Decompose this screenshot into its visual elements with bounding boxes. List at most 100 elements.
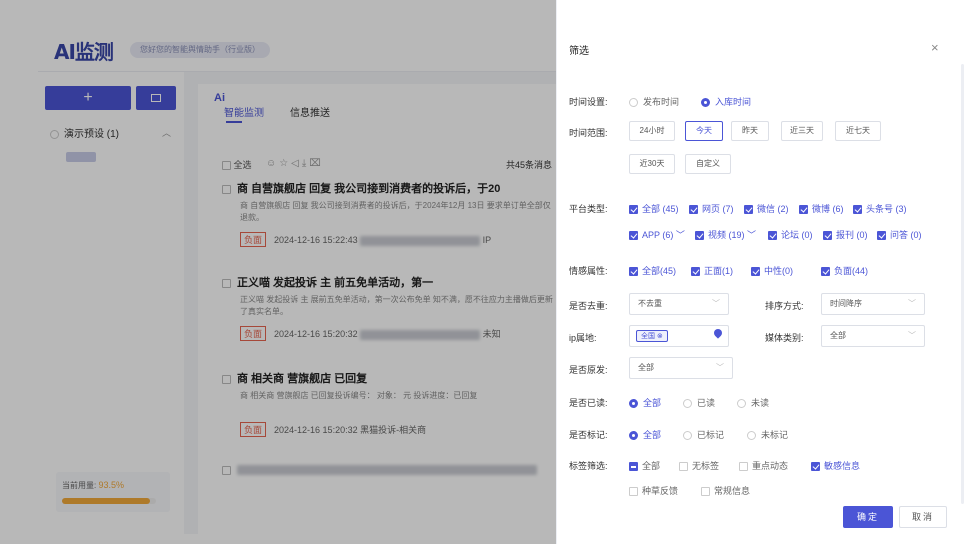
time-setting-publish[interactable]: 发布时间 — [629, 95, 679, 108]
option-label: 全部 — [643, 398, 662, 408]
tag-regular[interactable]: 常规信息 — [701, 484, 750, 497]
chevron-down-icon[interactable]: ﹀ — [747, 230, 756, 240]
sort-select[interactable]: 时间降序 ﹀ — [821, 293, 925, 315]
read-yes[interactable]: 已读 — [683, 396, 715, 409]
option-label: 中性(0) — [764, 266, 793, 276]
platform-newspaper[interactable]: 报刊 (0) — [823, 228, 868, 241]
time-setting-storage[interactable]: 入库时间 — [701, 95, 751, 108]
location-pin-icon — [712, 327, 724, 339]
checkbox-icon — [751, 267, 760, 277]
option-label: 种草反馈 — [642, 486, 679, 496]
time-range-7days[interactable]: 近七天 — [835, 121, 881, 141]
option-label: 正面(1) — [704, 266, 733, 276]
radio-icon — [629, 98, 638, 108]
checkbox-icon — [744, 205, 753, 215]
platform-toutiao[interactable]: 头条号 (3) — [853, 202, 907, 215]
option-label: 无标签 — [692, 461, 720, 471]
marked-yes[interactable]: 已标记 — [683, 428, 724, 441]
option-label: 全部 (45) — [642, 204, 679, 214]
ip-label: ip属地: — [569, 333, 597, 343]
option-label: 全部(45) — [642, 266, 677, 276]
platform-web[interactable]: 网页 (7) — [689, 202, 734, 215]
platform-app[interactable]: APP (6) ﹀ — [629, 228, 685, 241]
platform-weibo[interactable]: 微博 (6) — [799, 202, 844, 215]
checkbox-icon — [739, 462, 748, 472]
ip-tag-label: 全国 — [641, 333, 655, 340]
option-label: 发布时间 — [643, 97, 680, 107]
checkbox-icon — [853, 205, 862, 215]
sort-label: 排序方式: — [765, 301, 804, 311]
original-value: 全部 — [638, 363, 654, 372]
tag-all[interactable]: 全部 — [629, 459, 660, 472]
option-label: 敏感信息 — [824, 461, 861, 471]
checkbox-icon — [629, 462, 638, 472]
dedupe-value: 不去重 — [638, 299, 662, 308]
time-range-30days[interactable]: 近30天 — [629, 154, 675, 174]
confirm-button[interactable]: 确定 — [843, 506, 893, 528]
close-icon[interactable]: × — [931, 40, 939, 55]
time-range-yesterday[interactable]: 昨天 — [731, 121, 769, 141]
chevron-down-icon: ﹀ — [712, 299, 720, 308]
marked-all[interactable]: 全部 — [629, 428, 661, 441]
checkbox-icon — [691, 267, 700, 277]
time-range-3days[interactable]: 近三天 — [781, 121, 823, 141]
option-label: 入库时间 — [715, 97, 752, 107]
platform-forum[interactable]: 论坛 (0) — [768, 228, 813, 241]
sort-value: 时间降序 — [830, 299, 862, 308]
tag-key-news[interactable]: 重点动态 — [739, 459, 788, 472]
radio-icon — [701, 98, 710, 108]
option-label: 视频 (19) — [708, 230, 745, 240]
media-select[interactable]: 全部 ﹀ — [821, 325, 925, 347]
platform-qa[interactable]: 问答 (0) — [877, 228, 922, 241]
panel-title: 筛选 — [569, 46, 589, 57]
option-label: 重点动态 — [752, 461, 789, 471]
checkbox-icon — [701, 487, 710, 497]
dedupe-label: 是否去重: — [569, 301, 608, 311]
checkbox-icon — [629, 205, 638, 215]
read-no[interactable]: 未读 — [737, 396, 769, 409]
sentiment-neutral[interactable]: 中性(0) — [751, 264, 793, 277]
option-label: 未标记 — [761, 430, 789, 440]
checkbox-icon — [629, 231, 638, 241]
option-label: 报刊 (0) — [836, 230, 868, 240]
original-label: 是否原发: — [569, 365, 608, 375]
filter-panel: 筛选 × 时间设置: 发布时间 入库时间 时间范围: 24小时 今天 昨天 近三… — [556, 0, 968, 544]
chevron-down-icon[interactable]: ﹀ — [676, 230, 685, 240]
sentiment-label: 情感属性: — [569, 266, 608, 276]
checkbox-icon — [689, 205, 698, 215]
chevron-down-icon: ﹀ — [716, 363, 724, 372]
panel-scrollbar[interactable] — [961, 64, 964, 504]
cancel-button[interactable]: 取消 — [899, 506, 947, 528]
option-label: 头条号 (3) — [866, 204, 907, 214]
platform-video[interactable]: 视频 (19) ﹀ — [695, 228, 756, 241]
checkbox-icon — [877, 231, 886, 241]
time-range-24h[interactable]: 24小时 — [629, 121, 675, 141]
ip-tag[interactable]: 全国 ⊗ — [636, 330, 668, 342]
radio-icon — [683, 399, 692, 409]
time-range-custom[interactable]: 自定义 — [685, 154, 731, 174]
option-label: 已标记 — [697, 430, 725, 440]
option-label: 微信 (2) — [757, 204, 789, 214]
option-label: 网页 (7) — [702, 204, 734, 214]
marked-no[interactable]: 未标记 — [747, 428, 788, 441]
option-label: 微博 (6) — [812, 204, 844, 214]
tag-sensitive[interactable]: 敏感信息 — [811, 459, 860, 472]
dedupe-select[interactable]: 不去重 ﹀ — [629, 293, 729, 315]
platform-all[interactable]: 全部 (45) — [629, 202, 679, 215]
modal-overlay[interactable] — [0, 0, 558, 544]
ip-select[interactable]: 全国 ⊗ — [629, 325, 729, 347]
option-label: 全部 — [643, 430, 662, 440]
platform-wechat[interactable]: 微信 (2) — [744, 202, 789, 215]
option-label: 负面(44) — [834, 266, 869, 276]
sentiment-negative[interactable]: 负面(44) — [821, 264, 868, 277]
read-all[interactable]: 全部 — [629, 396, 661, 409]
tag-filter-label: 标签筛选: — [569, 461, 608, 471]
marked-label: 是否标记: — [569, 430, 608, 440]
tag-none[interactable]: 无标签 — [679, 459, 719, 472]
sentiment-positive[interactable]: 正面(1) — [691, 264, 733, 277]
original-select[interactable]: 全部 ﹀ — [629, 357, 733, 379]
time-range-today[interactable]: 今天 — [685, 121, 723, 141]
sentiment-all[interactable]: 全部(45) — [629, 264, 676, 277]
checkbox-icon — [695, 231, 704, 241]
tag-seeding[interactable]: 种草反馈 — [629, 484, 678, 497]
